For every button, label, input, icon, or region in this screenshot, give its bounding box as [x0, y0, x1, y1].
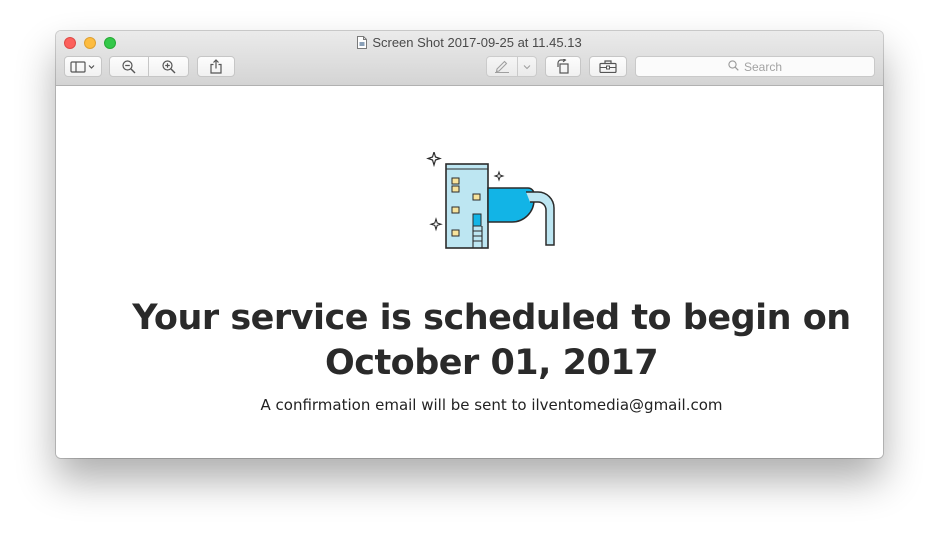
sparkle-icon [426, 149, 442, 168]
headline: Your service is scheduled to begin on Oc… [132, 298, 851, 383]
toolbox-button[interactable] [589, 56, 627, 77]
confirmation-text: A confirmation email will be sent to ilv… [260, 396, 723, 414]
share-icon [210, 59, 222, 74]
search-field[interactable]: Search [635, 56, 875, 77]
rotate-icon [556, 59, 571, 74]
search-placeholder: Search [743, 59, 783, 74]
preview-window: Screen Shot 2017-09-25 at 11.45.13 Searc… [56, 31, 883, 458]
markup-dropdown[interactable] [518, 56, 537, 77]
rotate-button[interactable] [545, 56, 581, 77]
zoom-in-button[interactable] [149, 56, 189, 77]
pen-icon [494, 60, 510, 73]
building-illustration [426, 149, 566, 257]
window-title-text: Screen Shot 2017-09-25 at 11.45.13 [372, 35, 582, 50]
window-title: Screen Shot 2017-09-25 at 11.45.13 [56, 35, 883, 53]
chevron-down-icon [523, 64, 531, 70]
zoom-out-button[interactable] [109, 56, 149, 77]
document-icon [357, 36, 368, 53]
search-icon [728, 59, 744, 74]
document-content: Your service is scheduled to begin on Oc… [56, 86, 883, 458]
sidebar-icon [70, 60, 96, 73]
zoom-out-icon [122, 59, 136, 74]
share-button[interactable] [197, 56, 235, 77]
zoom-in-icon [161, 59, 176, 74]
sidebar-toggle-button[interactable] [64, 56, 102, 77]
markup-button[interactable] [486, 56, 518, 77]
titlebar: Screen Shot 2017-09-25 at 11.45.13 Searc… [56, 31, 883, 86]
toolbox-icon [599, 60, 617, 73]
